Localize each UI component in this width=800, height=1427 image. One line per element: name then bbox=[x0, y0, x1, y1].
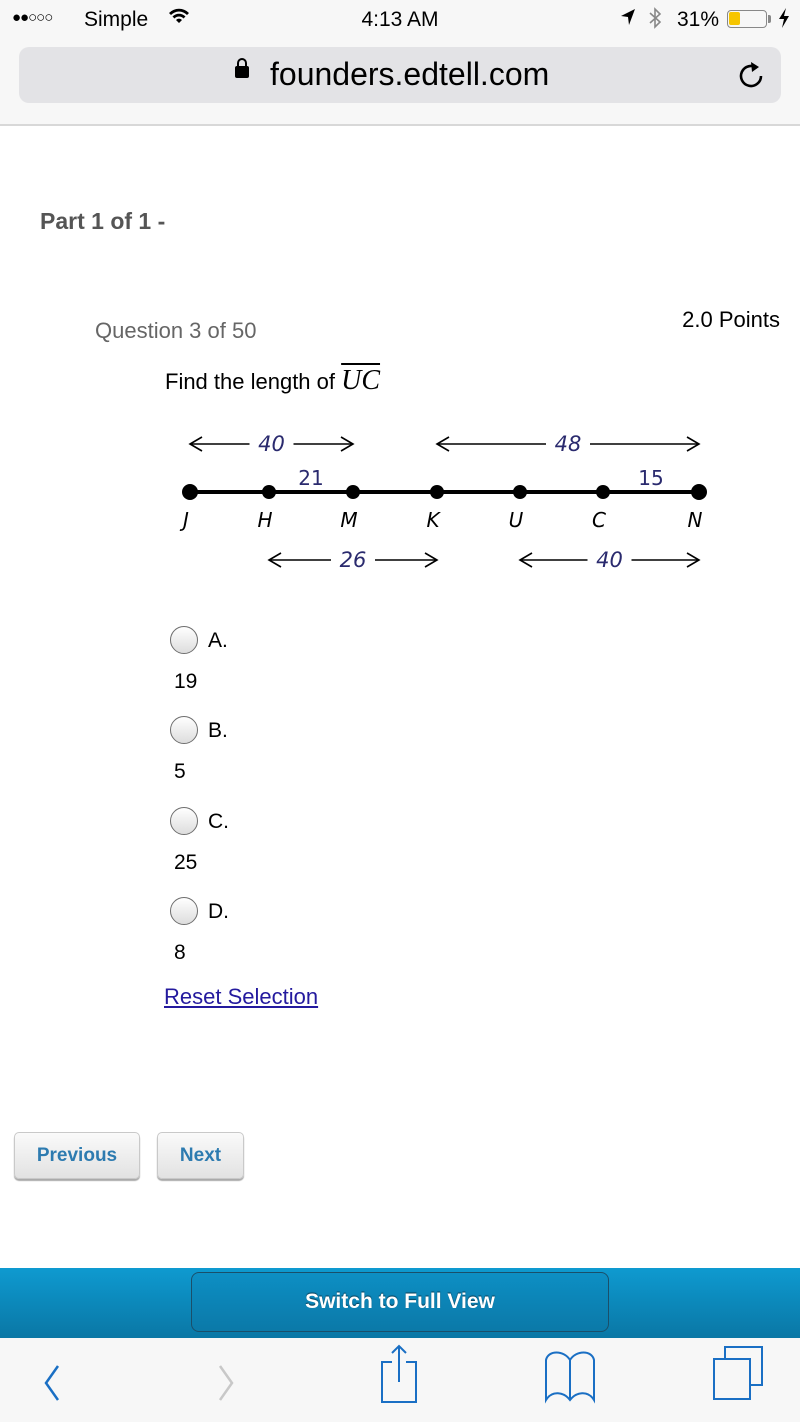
url-text[interactable]: founders.edtell.com bbox=[270, 56, 549, 93]
tabs-icon[interactable] bbox=[700, 1338, 780, 1422]
choice-answer: 8 bbox=[174, 941, 186, 964]
part-heading: Part 1 of 1 - bbox=[40, 208, 166, 234]
browser-toolbar bbox=[0, 1338, 800, 1422]
choice-letter: C. bbox=[208, 810, 229, 833]
battery-tip bbox=[768, 15, 771, 23]
span-label: 26 bbox=[340, 548, 367, 572]
radio-button[interactable] bbox=[170, 716, 198, 744]
bookmarks-icon[interactable] bbox=[530, 1338, 610, 1422]
choice-letter: A. bbox=[208, 629, 228, 652]
previous-button[interactable]: Previous bbox=[14, 1132, 140, 1179]
question-prompt: Find the length of UC bbox=[165, 365, 380, 397]
choice-letter: D. bbox=[208, 900, 229, 923]
battery-icon bbox=[727, 10, 767, 28]
reset-selection-link[interactable]: Reset Selection bbox=[164, 984, 318, 1010]
point-m bbox=[346, 485, 360, 499]
point-label-c: C bbox=[592, 508, 606, 532]
status-bar: ●●○○○ Simple 4:13 AM 31% bbox=[0, 0, 800, 40]
choice-answer: 25 bbox=[174, 851, 198, 874]
next-button[interactable]: Next bbox=[157, 1132, 244, 1179]
point-j bbox=[182, 484, 198, 500]
back-icon[interactable] bbox=[10, 1338, 90, 1422]
forward-icon[interactable] bbox=[188, 1338, 268, 1422]
reload-icon[interactable] bbox=[736, 58, 766, 100]
point-label-n: N bbox=[688, 508, 703, 532]
point-label-h: H bbox=[257, 508, 272, 532]
choice-answer: 5 bbox=[174, 760, 186, 783]
segment-name: UC bbox=[341, 365, 381, 396]
lock-icon bbox=[235, 66, 249, 78]
point-label-m: M bbox=[340, 508, 357, 532]
point-label-k: K bbox=[426, 508, 441, 532]
point-n bbox=[691, 484, 707, 500]
span-label: 48 bbox=[555, 432, 582, 456]
battery-percent: 31% bbox=[677, 8, 720, 31]
switch-full-view-button[interactable]: Switch to Full View bbox=[191, 1272, 609, 1332]
charging-icon bbox=[778, 8, 790, 33]
number-line-diagram: J H M K U C N 21 15 40 48 26 40 bbox=[179, 432, 707, 572]
segment-label: 21 bbox=[298, 466, 323, 490]
points-label: 2.0 Points bbox=[682, 307, 780, 332]
point-label-j: J bbox=[179, 508, 189, 532]
question-number: Question 3 of 50 bbox=[95, 318, 257, 343]
point-k bbox=[430, 485, 444, 499]
choice-answer: 19 bbox=[174, 670, 198, 693]
point-h bbox=[262, 485, 276, 499]
point-c bbox=[596, 485, 610, 499]
choice-letter: B. bbox=[208, 719, 228, 742]
point-label-u: U bbox=[509, 508, 524, 532]
bluetooth-icon bbox=[648, 6, 662, 36]
radio-button[interactable] bbox=[170, 626, 198, 654]
span-label: 40 bbox=[258, 432, 285, 456]
segment-label: 15 bbox=[638, 466, 663, 490]
span-label: 40 bbox=[596, 548, 623, 572]
radio-button[interactable] bbox=[170, 807, 198, 835]
radio-button[interactable] bbox=[170, 897, 198, 925]
prompt-text: Find the length of bbox=[165, 369, 342, 394]
share-icon[interactable] bbox=[360, 1338, 440, 1422]
location-icon bbox=[620, 8, 636, 31]
point-u bbox=[513, 485, 527, 499]
